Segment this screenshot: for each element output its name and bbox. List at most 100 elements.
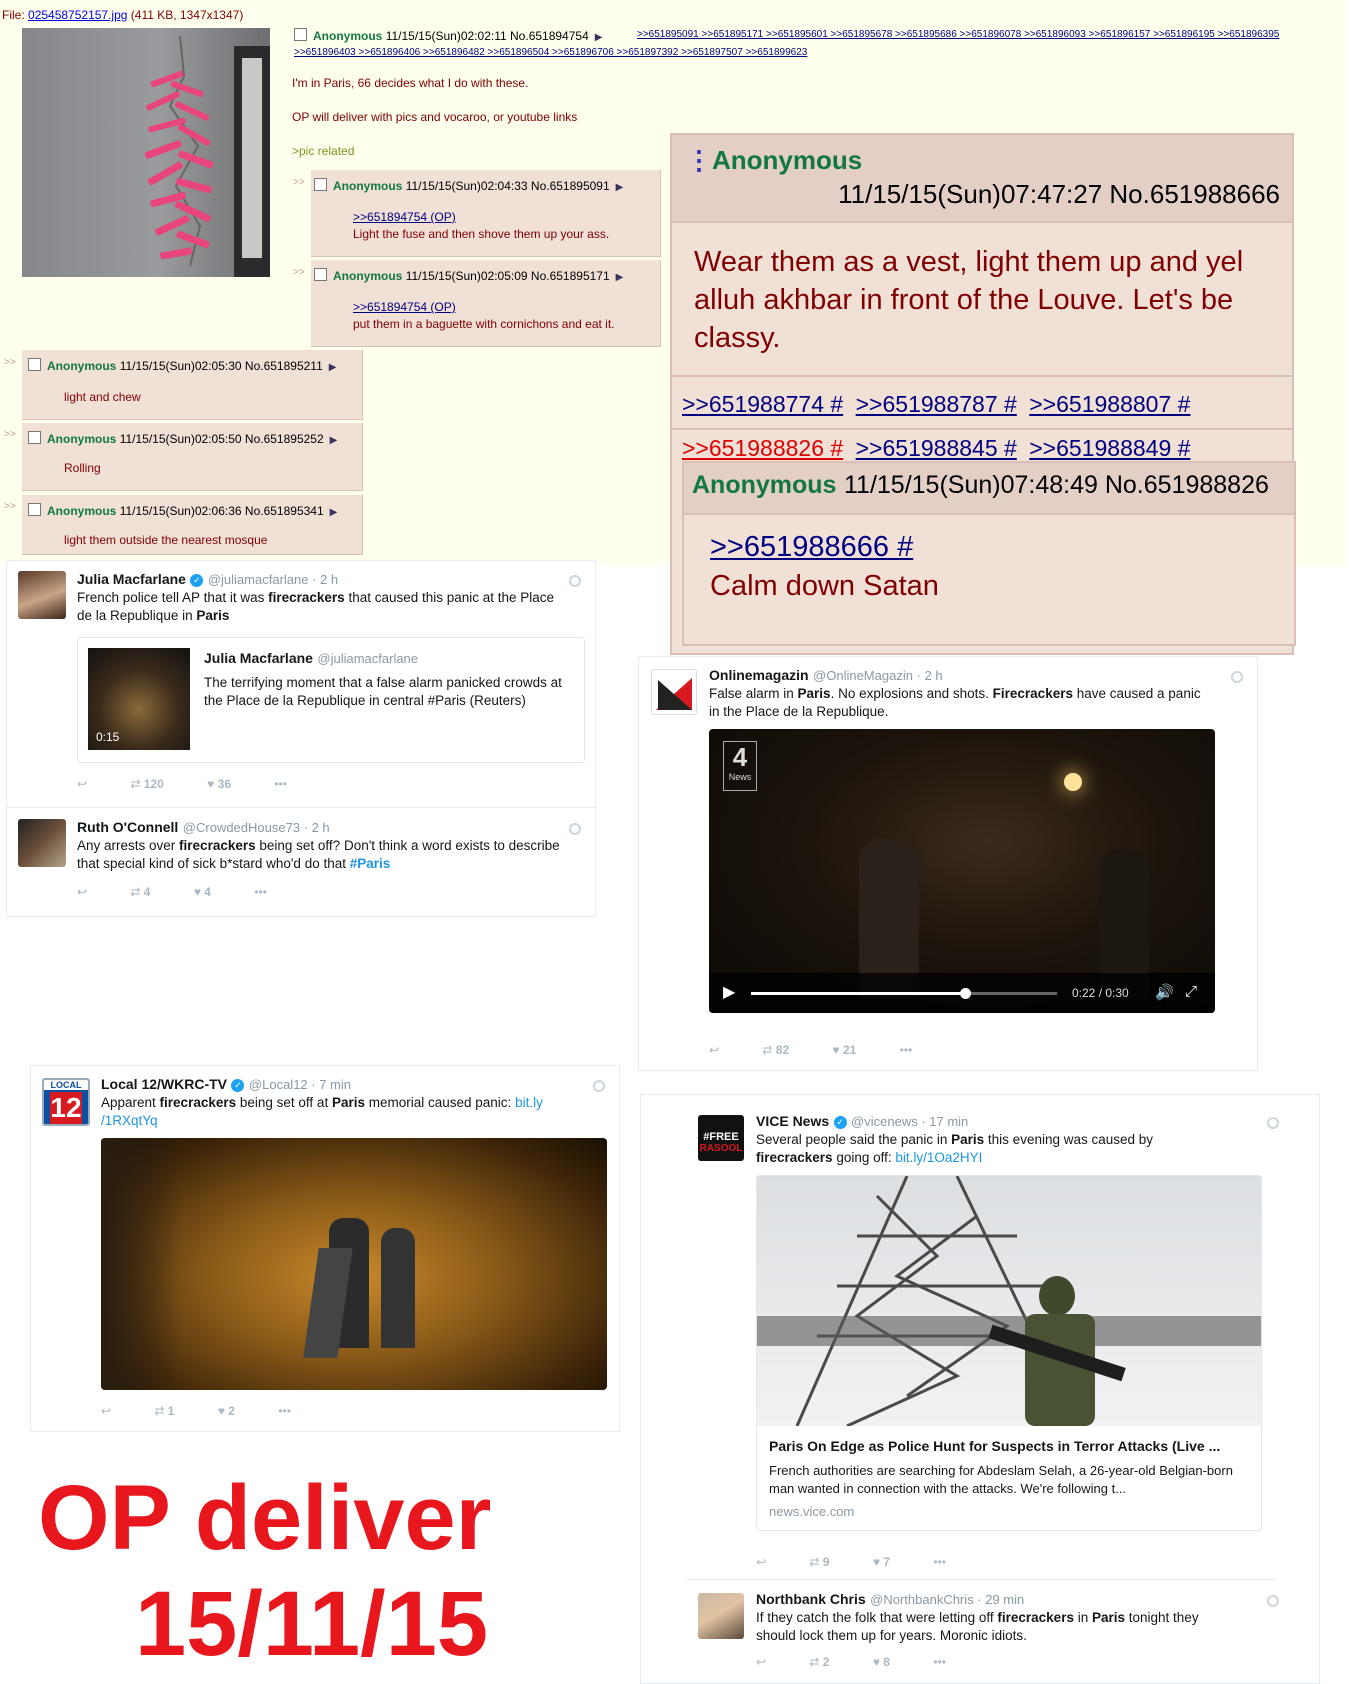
tweet-actions: ↩ ⇄ 4 ♥ 4 ••• bbox=[77, 885, 307, 899]
heart-icon[interactable]: ♥ 36 bbox=[207, 777, 231, 791]
gear-icon[interactable] bbox=[593, 1080, 605, 1092]
more-icon[interactable]: ••• bbox=[933, 1655, 946, 1669]
tweet-author-name[interactable]: VICE News bbox=[756, 1113, 829, 1129]
enlarged-post-header: ⋮ Anonymous 11/15/15(Sun)07:47:27 No.651… bbox=[672, 135, 1292, 223]
gear-icon[interactable] bbox=[1231, 671, 1243, 683]
post-menu-icon[interactable]: ▶ bbox=[595, 32, 603, 43]
more-icon[interactable]: ••• bbox=[254, 885, 267, 899]
tweet-column-right: #FREE RASOOL VICE News ✓ @vicenews · 17 … bbox=[640, 1094, 1320, 1684]
reply-icon[interactable]: ↩ bbox=[756, 1555, 766, 1569]
avatar[interactable] bbox=[18, 819, 66, 867]
tweet-handle[interactable]: @vicenews · 17 min bbox=[851, 1114, 968, 1129]
retweet-icon[interactable]: ⇄ 120 bbox=[130, 777, 163, 791]
reply-checkbox[interactable] bbox=[28, 358, 41, 371]
reply-ref-link[interactable]: >>651988807 # bbox=[1029, 391, 1190, 417]
avatar[interactable] bbox=[698, 1593, 744, 1639]
backlinks-row-1[interactable]: >>651895091 >>651895171 >>651895601 >>65… bbox=[637, 29, 1279, 40]
retweet-icon[interactable]: ⇄ 1 bbox=[154, 1404, 174, 1418]
volume-icon[interactable]: 🔊 bbox=[1155, 983, 1174, 1001]
heart-icon[interactable]: ♥ 7 bbox=[873, 1555, 890, 1569]
enlarged-post-refs-row-2: >>651988826 # >>651988845 # >>651988849 … bbox=[682, 435, 1190, 462]
tweet-column-left: Julia Macfarlane ✓ @juliamacfarlane · 2 … bbox=[6, 560, 596, 917]
tweet-author-name[interactable]: Ruth O'Connell bbox=[77, 819, 178, 835]
verified-icon: ✓ bbox=[833, 1116, 847, 1129]
post-menu-icon[interactable]: ▶ bbox=[616, 182, 624, 193]
post-menu-icon[interactable]: ▶ bbox=[330, 507, 338, 518]
op-thumbnail[interactable] bbox=[22, 28, 270, 277]
tweet-handle[interactable]: @NorthbankChris · 29 min bbox=[870, 1592, 1024, 1607]
tweet-author-name[interactable]: Northbank Chris bbox=[756, 1591, 866, 1607]
tweet-link[interactable]: bit.ly/1Oa2HYI bbox=[895, 1150, 982, 1165]
retweet-icon[interactable]: ⇄ 9 bbox=[809, 1555, 829, 1569]
tweet-handle[interactable]: @CrowdedHouse73 · 2 h bbox=[183, 820, 330, 835]
retweet-icon[interactable]: ⇄ 4 bbox=[130, 885, 150, 899]
tweet-author-name[interactable]: Local 12/WKRC-TV bbox=[101, 1076, 227, 1092]
post-menu-icon[interactable]: ▶ bbox=[330, 435, 338, 446]
tweet-author-name[interactable]: Onlinemagazin bbox=[709, 667, 809, 683]
quoted-tweet[interactable]: 0:15 Julia Macfarlane @juliamacfarlane T… bbox=[77, 637, 585, 763]
avatar[interactable] bbox=[651, 669, 697, 715]
heart-icon[interactable]: ♥ 8 bbox=[873, 1655, 890, 1669]
reply-icon[interactable]: ↩ bbox=[77, 777, 87, 791]
reply-icon[interactable]: ↩ bbox=[709, 1043, 719, 1057]
avatar[interactable]: #FREE RASOOL bbox=[698, 1115, 744, 1161]
reply-ref-link[interactable]: >>651988787 # bbox=[856, 391, 1017, 417]
retweet-icon[interactable]: ⇄ 2 bbox=[809, 1655, 829, 1669]
gear-icon[interactable] bbox=[569, 575, 581, 587]
reply-checkbox[interactable] bbox=[28, 503, 41, 516]
heart-icon[interactable]: ♥ 2 bbox=[218, 1404, 235, 1418]
reply-checkbox[interactable] bbox=[28, 431, 41, 444]
gear-icon[interactable] bbox=[1267, 1117, 1279, 1129]
file-link[interactable]: 025458752157.jpg bbox=[28, 8, 127, 22]
reply-number[interactable]: No.651895091 bbox=[531, 179, 610, 193]
retweet-icon[interactable]: ⇄ 82 bbox=[762, 1043, 789, 1057]
preview-quote-link[interactable]: >>651988666 # bbox=[710, 531, 913, 564]
post-menu-icon[interactable]: ▶ bbox=[329, 362, 337, 373]
heart-icon[interactable]: ♥ 4 bbox=[194, 885, 211, 899]
reply-icon[interactable]: ↩ bbox=[101, 1404, 111, 1418]
video-progress-track[interactable] bbox=[751, 988, 1057, 999]
reply-quote-link[interactable]: >>651894754 (OP) bbox=[353, 210, 456, 224]
reply-icon[interactable]: ↩ bbox=[77, 885, 87, 899]
tweet-photo[interactable] bbox=[101, 1138, 607, 1390]
avatar[interactable] bbox=[18, 571, 66, 619]
reply-checkbox[interactable] bbox=[314, 268, 327, 281]
tweet-handle[interactable]: @Local12 · 7 min bbox=[249, 1077, 351, 1092]
gear-icon[interactable] bbox=[1267, 1595, 1279, 1607]
more-icon[interactable]: ••• bbox=[900, 1043, 913, 1057]
reply-number[interactable]: No.651895211 bbox=[245, 359, 323, 373]
tweet-handle[interactable]: @OnlineMagazin · 2 h bbox=[813, 668, 943, 683]
reply-arrows: >> bbox=[4, 501, 16, 512]
reply-date: 11/15/15(Sun)02:05:09 bbox=[405, 269, 528, 283]
link-card[interactable]: Paris On Edge as Police Hunt for Suspect… bbox=[756, 1175, 1262, 1531]
fullscreen-icon[interactable]: ⤢ bbox=[1185, 983, 1197, 1000]
more-icon[interactable]: ••• bbox=[933, 1555, 946, 1569]
tweet-author-name[interactable]: Julia Macfarlane bbox=[77, 571, 186, 587]
post-menu-icon[interactable]: ⋮ bbox=[686, 145, 712, 176]
gear-icon[interactable] bbox=[569, 823, 581, 835]
op-checkbox[interactable] bbox=[294, 28, 307, 41]
play-icon[interactable]: ▶ bbox=[723, 982, 735, 1002]
heart-icon[interactable]: ♥ 21 bbox=[833, 1043, 857, 1057]
video-player[interactable]: 4 News ▶ 0:22 / 0:30 🔊 ⤢ bbox=[709, 729, 1215, 1013]
reply-quote-link[interactable]: >>651894754 (OP) bbox=[353, 300, 456, 314]
reply-ref-link[interactable]: >>651988849 # bbox=[1029, 435, 1190, 461]
reply-ref-link-active[interactable]: >>651988826 # bbox=[682, 435, 843, 461]
reply-number[interactable]: No.651895252 bbox=[245, 432, 324, 446]
video-thumbnail[interactable]: 0:15 bbox=[88, 648, 190, 750]
post-menu-icon[interactable]: ▶ bbox=[616, 272, 624, 283]
more-icon[interactable]: ••• bbox=[274, 777, 287, 791]
more-icon[interactable]: ••• bbox=[278, 1404, 291, 1418]
reply-ref-link[interactable]: >>651988845 # bbox=[856, 435, 1017, 461]
reply-checkbox[interactable] bbox=[314, 178, 327, 191]
hover-preview-post: Anonymous 11/15/15(Sun)07:48:49 No.65198… bbox=[682, 461, 1296, 646]
op-number[interactable]: No.651894754 bbox=[510, 29, 589, 43]
reply-ref-link[interactable]: >>651988774 # bbox=[682, 391, 843, 417]
tweet-text: French police tell AP that it was firecr… bbox=[77, 590, 555, 623]
reply-number[interactable]: No.651895171 bbox=[531, 269, 610, 283]
backlinks-row-2[interactable]: >>651896403 >>651896406 >>651896482 >>65… bbox=[294, 47, 807, 58]
avatar[interactable]: LOCAL 12 bbox=[42, 1078, 90, 1126]
tweet-handle[interactable]: @juliamacfarlane · 2 h bbox=[208, 572, 338, 587]
reply-icon[interactable]: ↩ bbox=[756, 1655, 766, 1669]
reply-number[interactable]: No.651895341 bbox=[245, 504, 324, 518]
